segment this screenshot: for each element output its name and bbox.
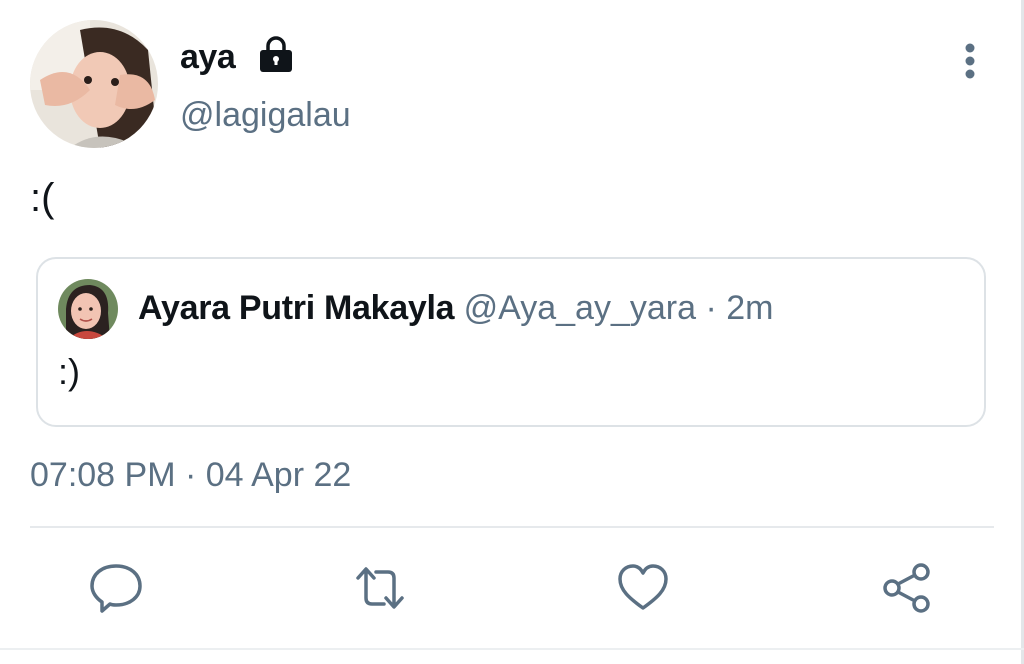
- share-icon[interactable]: [880, 560, 936, 616]
- quoted-author-avatar[interactable]: [58, 279, 118, 339]
- author-avatar[interactable]: [30, 20, 158, 148]
- more-vertical-icon[interactable]: [955, 40, 985, 84]
- quoted-tweet-card[interactable]: Ayara Putri Makayla @Aya_ay_yara · 2m :): [36, 257, 986, 427]
- quoted-tweet-header: Ayara Putri Makayla @Aya_ay_yara · 2m: [138, 289, 773, 328]
- retweet-icon[interactable]: [352, 560, 408, 616]
- tweet-timestamp: 07:08 PM · 04 Apr 22: [30, 456, 352, 494]
- like-icon[interactable]: [615, 560, 671, 616]
- quoted-author-name[interactable]: Ayara Putri Makayla: [138, 289, 455, 327]
- divider: [30, 526, 994, 528]
- bottom-divider: [0, 648, 1024, 650]
- lock-icon: [260, 36, 292, 72]
- tweet-text: :(: [30, 176, 55, 220]
- quoted-author-meta: @Aya_ay_yara · 2m: [454, 289, 774, 327]
- reply-icon[interactable]: [88, 560, 144, 616]
- author-display-name[interactable]: aya: [180, 38, 236, 77]
- author-handle[interactable]: @lagigalau: [180, 96, 351, 135]
- quoted-tweet-text: :): [58, 351, 80, 392]
